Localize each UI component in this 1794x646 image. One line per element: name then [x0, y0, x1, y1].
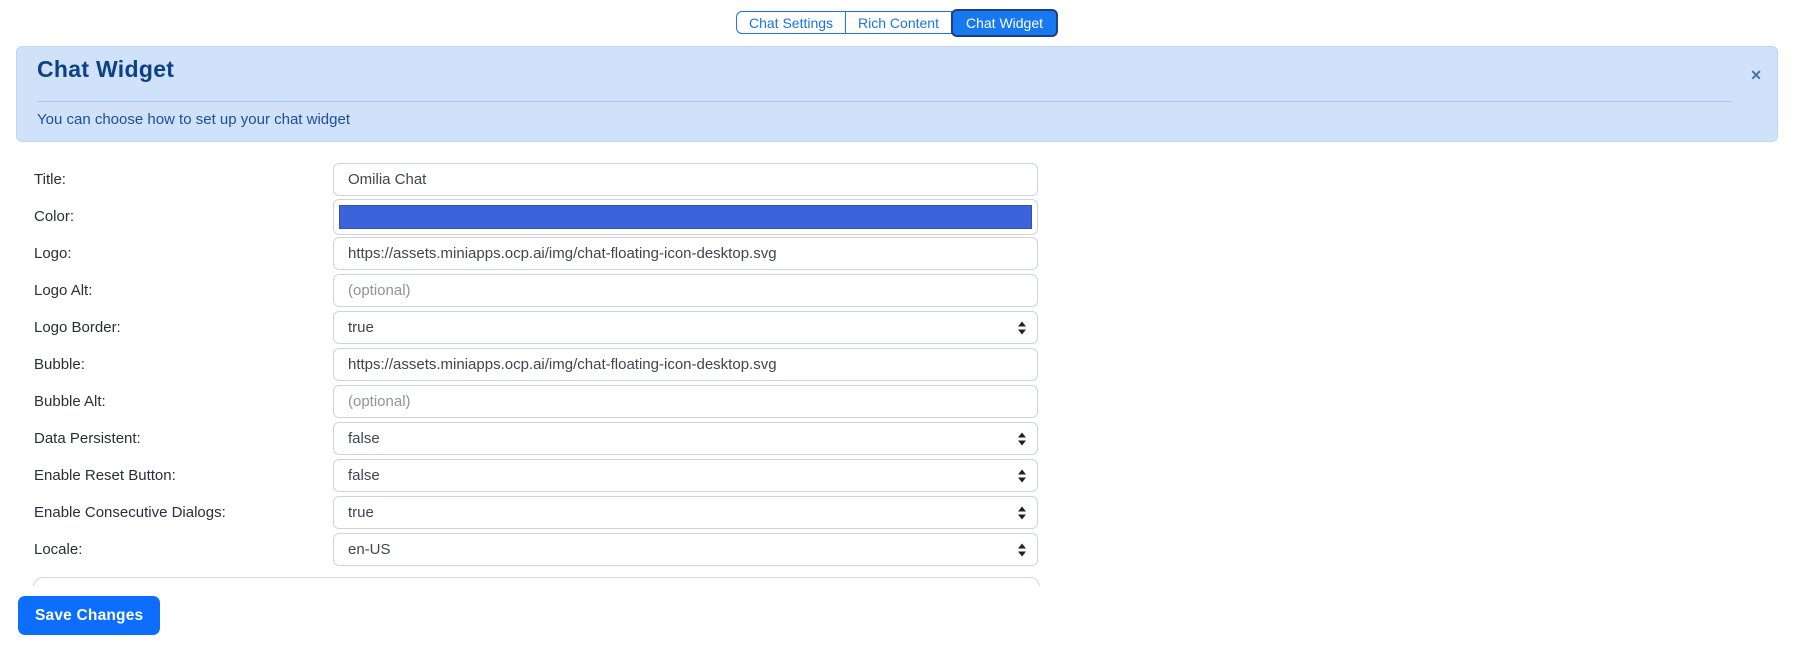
- form-row: Logo Border: true: [16, 311, 1778, 344]
- logo-input[interactable]: [333, 237, 1038, 270]
- tab-chat-settings[interactable]: Chat Settings: [736, 11, 846, 34]
- select-arrows-icon: [1017, 506, 1026, 519]
- form-row: Enable Reset Button: false: [16, 459, 1778, 492]
- field-label: Title:: [34, 171, 333, 188]
- form-row: Color:: [16, 200, 1778, 233]
- form-row: Locale: en-US: [16, 533, 1778, 566]
- field-label: Bubble:: [34, 356, 333, 373]
- form-row: Enable Consecutive Dialogs: true: [16, 496, 1778, 529]
- close-icon: ✕: [1750, 67, 1762, 83]
- field-label: Logo Border:: [34, 319, 333, 336]
- field-label: Logo:: [34, 245, 333, 262]
- locale-select[interactable]: en-US: [333, 533, 1038, 566]
- title-input[interactable]: [333, 163, 1038, 196]
- field-label: Color:: [34, 208, 333, 225]
- chat-widget-form: Title: Color: Logo: Logo Alt: Logo Border: tr…: [16, 150, 1778, 586]
- selected-value: true: [348, 319, 374, 336]
- select-arrows-icon: [1017, 321, 1026, 334]
- field-label: Bubble Alt:: [34, 393, 333, 410]
- field-label: Enable Consecutive Dialogs:: [34, 504, 333, 521]
- panel-divider: [37, 101, 1732, 102]
- field-label: Data Persistent:: [34, 430, 333, 447]
- panel-subtitle: You can choose how to set up your chat w…: [37, 111, 350, 128]
- field-label: Logo Alt:: [34, 282, 333, 299]
- select-arrows-icon: [1017, 432, 1026, 445]
- selected-value: true: [348, 504, 374, 521]
- form-row: Bubble Alt:: [16, 385, 1778, 418]
- chat-widget-panel: Chat Widget You can choose how to set up…: [16, 46, 1778, 142]
- form-row: Title:: [16, 163, 1778, 196]
- field-label: Enable Reset Button:: [34, 467, 333, 484]
- form-row: Logo Alt:: [16, 274, 1778, 307]
- tab-chat-widget[interactable]: Chat Widget: [951, 9, 1058, 37]
- selected-value: false: [348, 430, 380, 447]
- data-persistent-select[interactable]: false: [333, 422, 1038, 455]
- enable-reset-button-select[interactable]: false: [333, 459, 1038, 492]
- select-arrows-icon: [1017, 469, 1026, 482]
- page-title: Chat Widget: [37, 56, 174, 83]
- form-row: Logo:: [16, 237, 1778, 270]
- color-input[interactable]: [333, 199, 1038, 235]
- bubble-alt-input[interactable]: [333, 385, 1038, 418]
- selected-value: false: [348, 467, 380, 484]
- save-changes-button[interactable]: Save Changes: [18, 596, 160, 635]
- selected-value: en-US: [348, 541, 391, 558]
- bubble-input[interactable]: [333, 348, 1038, 381]
- logo-alt-input[interactable]: [333, 274, 1038, 307]
- form-row: Data Persistent: false: [16, 422, 1778, 455]
- clipped-next-field: [33, 577, 1040, 586]
- tab-rich-content[interactable]: Rich Content: [845, 11, 952, 34]
- form-row: Bubble:: [16, 348, 1778, 381]
- tabs-bar: Chat SettingsRich ContentChat Widget: [736, 11, 1058, 34]
- field-label: Locale:: [34, 541, 333, 558]
- logo-border-select[interactable]: true: [333, 311, 1038, 344]
- panel-close-button[interactable]: ✕: [1746, 64, 1766, 86]
- select-arrows-icon: [1017, 543, 1026, 556]
- enable-consecutive-dialogs-select[interactable]: true: [333, 496, 1038, 529]
- color-swatch: [339, 205, 1032, 229]
